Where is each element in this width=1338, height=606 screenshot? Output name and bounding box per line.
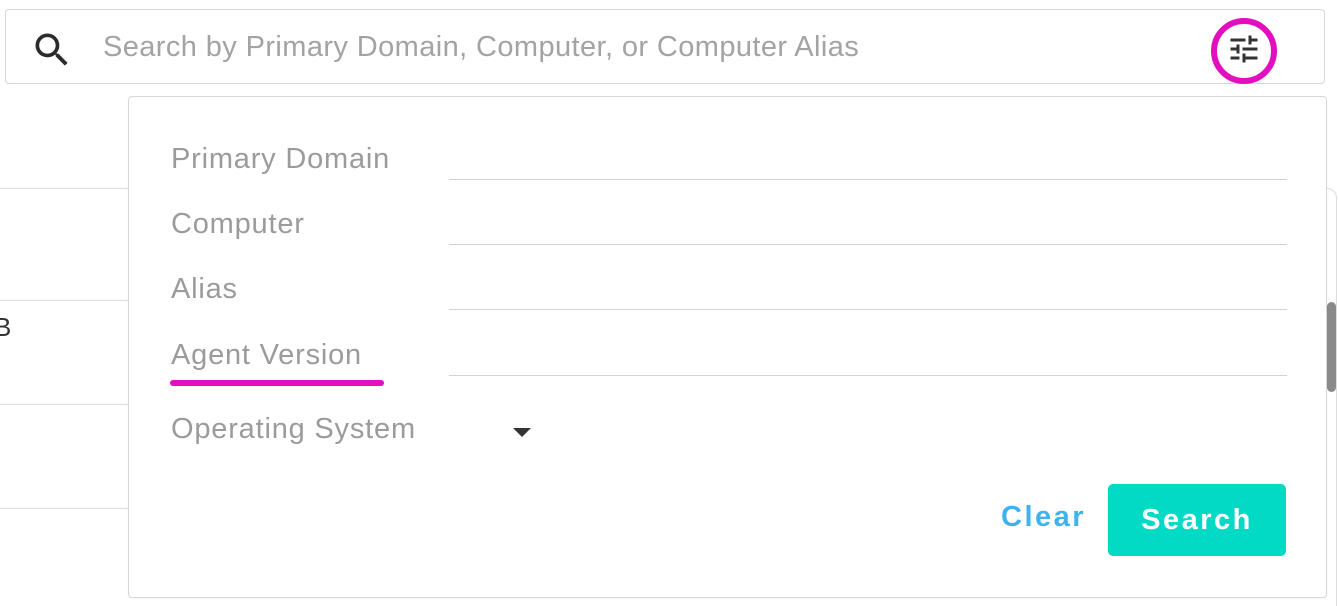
alias-label: Alias xyxy=(171,273,238,305)
table-row-divider xyxy=(0,300,140,301)
alias-input[interactable] xyxy=(449,269,1287,310)
arrow-drop-down-icon[interactable] xyxy=(513,428,531,437)
scrollbar-thumb[interactable] xyxy=(1327,302,1336,392)
search-bar xyxy=(5,9,1325,84)
page: B Primary Domain Computer Alias Agent Ve… xyxy=(0,0,1338,606)
agent-version-input[interactable] xyxy=(449,335,1287,376)
primary-domain-label: Primary Domain xyxy=(171,143,391,175)
operating-system-select[interactable]: Operating System xyxy=(169,407,539,457)
table-row-divider xyxy=(0,404,140,405)
operating-system-label: Operating System xyxy=(171,413,416,445)
search-icon xyxy=(30,28,74,72)
search-input[interactable] xyxy=(103,24,1183,70)
table-row-divider xyxy=(0,508,140,509)
tune-sliders-icon xyxy=(1226,31,1262,72)
search-button[interactable]: Search xyxy=(1108,484,1286,556)
agent-version-label: Agent Version xyxy=(171,339,362,371)
advanced-filter-panel: Primary Domain Computer Alias Agent Vers… xyxy=(128,96,1327,598)
advanced-filter-toggle-button[interactable] xyxy=(1211,18,1277,84)
computer-label: Computer xyxy=(171,208,305,240)
computer-input[interactable] xyxy=(449,204,1287,245)
clear-button[interactable]: Clear xyxy=(991,492,1096,542)
table-cell-fragment: B xyxy=(0,312,12,342)
agent-version-highlight-underline xyxy=(170,380,384,386)
primary-domain-input[interactable] xyxy=(449,139,1287,180)
